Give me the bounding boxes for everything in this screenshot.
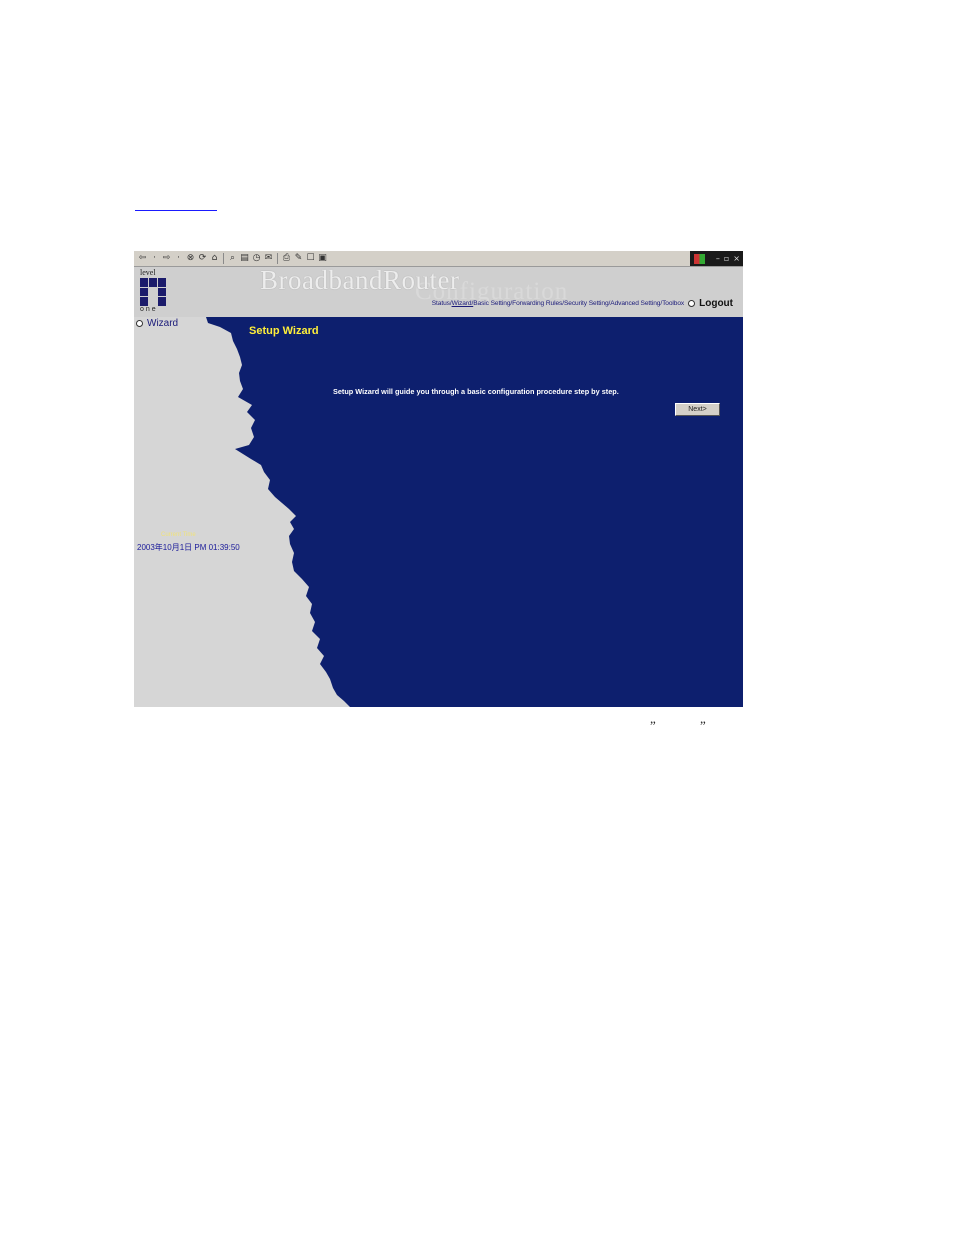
home-icon[interactable]: ⌂: [209, 252, 220, 265]
nav-wizard[interactable]: Wizard/: [452, 300, 474, 307]
search-icon[interactable]: ⌕: [227, 252, 238, 265]
history-icon[interactable]: ◷: [251, 252, 262, 265]
logo-top-text: level: [140, 268, 156, 277]
nav-security-setting[interactable]: Security Setting/: [564, 300, 610, 307]
top-nav: Status/ Wizard/ Basic Setting/ Forwardin…: [432, 298, 733, 309]
forward-icon[interactable]: ⇨: [161, 252, 172, 265]
chevron-down-icon[interactable]: ·: [173, 252, 184, 265]
next-button[interactable]: Next>: [675, 403, 720, 416]
sidebar-wizard-label: Wizard: [147, 318, 179, 329]
favorites-icon[interactable]: ▤: [239, 252, 250, 265]
close-icon[interactable]: ×: [733, 254, 740, 263]
nav-basic-setting[interactable]: Basic Setting/: [473, 300, 512, 307]
minimize-icon[interactable]: –: [716, 254, 720, 263]
nav-status[interactable]: Status/: [432, 300, 452, 307]
mail-icon[interactable]: ✉: [263, 252, 274, 265]
messenger-icon[interactable]: ▣: [317, 252, 328, 265]
content-area: Wizard Current Time 2003年10月1日 PM 01:39:…: [134, 317, 743, 707]
page-title: Setup Wizard: [249, 325, 319, 337]
toolbar-separator: [277, 253, 278, 264]
router-header: level one Configuration BroadbandRouter …: [134, 265, 743, 317]
window-controls: – ▫ ×: [690, 251, 743, 266]
restore-icon[interactable]: ▫: [724, 254, 729, 263]
document-link-underline[interactable]: [135, 200, 217, 211]
radio-circle-icon: [136, 320, 143, 327]
browser-screenshot: ⇦ · ⇨ · ⊗ ⟳ ⌂ ⌕ ▤ ◷ ✉ ⎙ ✎ ☐ ▣ – ▫ × leve…: [134, 251, 743, 707]
blue-torn-background: [206, 317, 743, 707]
current-time-label: Current Time: [161, 532, 196, 538]
logo-blocks: [140, 278, 166, 306]
logout-radio-icon: [688, 300, 696, 307]
chevron-down-icon[interactable]: ·: [149, 252, 160, 265]
stop-icon[interactable]: ⊗: [185, 252, 196, 265]
sidebar-item-wizard[interactable]: Wizard: [136, 318, 178, 329]
logout-link[interactable]: Logout: [699, 298, 733, 309]
refresh-icon[interactable]: ⟳: [197, 252, 208, 265]
edit-icon[interactable]: ✎: [293, 252, 304, 265]
brand-title: BroadbandRouter: [260, 265, 460, 295]
back-icon[interactable]: ⇦: [137, 252, 148, 265]
print-icon[interactable]: ⎙: [281, 252, 292, 265]
levelone-logo: level one: [140, 269, 170, 313]
nav-advanced-setting[interactable]: Advanced Setting/: [610, 300, 662, 307]
toolbar-separator: [223, 253, 224, 264]
wizard-description: Setup Wizard will guide you through a ba…: [333, 387, 619, 396]
nav-toolbox[interactable]: Toolbox: [662, 300, 684, 307]
current-time-value: 2003年10月1日 PM 01:39:50: [137, 543, 240, 552]
discuss-icon[interactable]: ☐: [305, 252, 316, 265]
logo-bottom-text: one: [140, 306, 158, 313]
windows-flag-icon: [694, 253, 705, 264]
caption-quote-2: ”: [700, 718, 706, 733]
caption-quote-1: ”: [650, 718, 656, 733]
nav-forwarding-rules[interactable]: Forwarding Rules/: [512, 300, 564, 307]
